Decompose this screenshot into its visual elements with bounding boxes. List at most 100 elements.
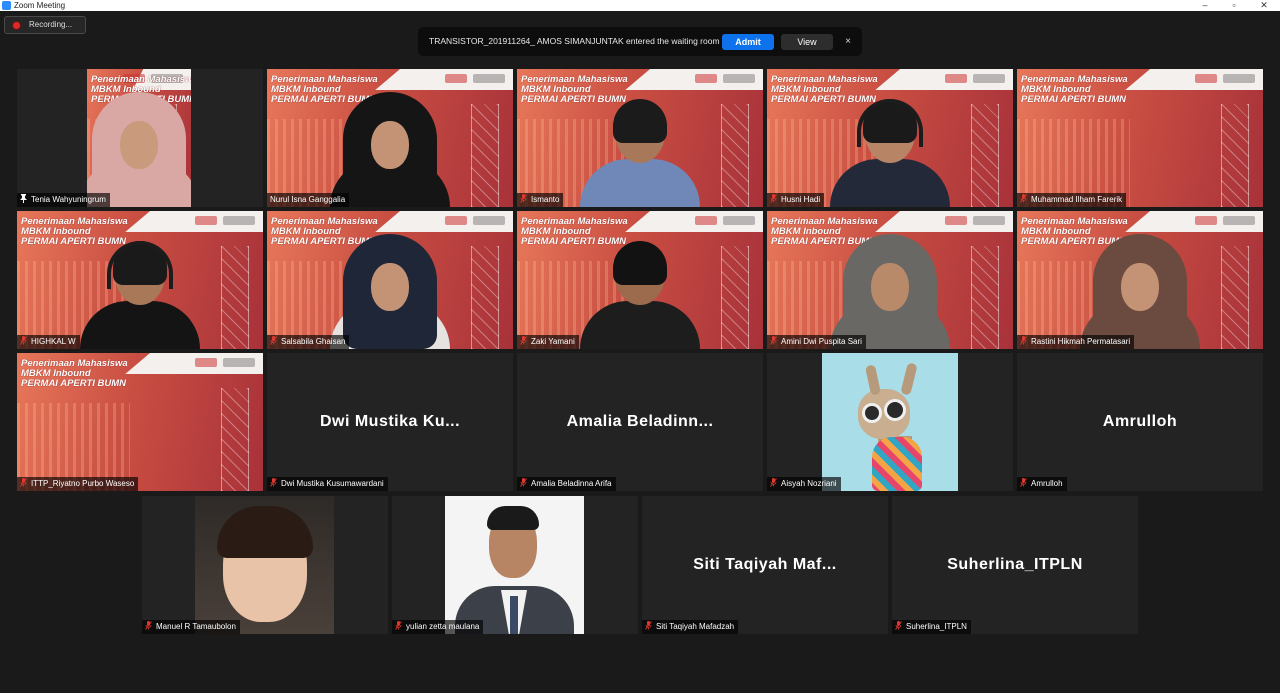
pin-icon	[20, 194, 27, 203]
llama-glass1	[862, 403, 882, 423]
person-body	[80, 301, 200, 349]
participant-tile[interactable]: Siti Taqiyah Maf... Siti Taqiyah Mafadzah	[642, 496, 888, 634]
slide-tower	[971, 103, 999, 207]
participant-name: Siti Taqiyah Mafadzah	[656, 622, 735, 631]
recording-dot-icon	[13, 22, 20, 29]
participant-tile[interactable]: Penerimaan Mahasiswa MBKM Inbound PERMAI…	[767, 69, 1013, 207]
mic-muted-icon	[1020, 336, 1027, 345]
participant-name: ITTP_Riyatno Purbo Waseso	[31, 479, 135, 488]
participant-tile[interactable]: Penerimaan Mahasiswa MBKM Inbound PERMAI…	[17, 353, 263, 491]
participant-tile[interactable]: Penerimaan Mahasiswa MBKM Inbound PERMAI…	[17, 69, 263, 207]
participant-name: Aisyah Nozriani	[781, 479, 837, 488]
person-body	[580, 159, 700, 207]
participant-tile[interactable]: Amrulloh Amrulloh	[1017, 353, 1263, 491]
shared-slide: Penerimaan Mahasiswa MBKM Inbound PERMAI…	[17, 353, 263, 491]
participant-name: Suherlina_ITPLN	[906, 622, 967, 631]
participant-name: Rastini Hikmah Permatasari	[1031, 337, 1131, 346]
mic-muted-icon	[895, 621, 902, 630]
participant-name-label: Salsabila Ghaisan	[267, 335, 350, 349]
shared-slide: Penerimaan Mahasiswa MBKM Inbound PERMAI…	[767, 211, 1013, 349]
restore-button[interactable]: ▫	[1220, 0, 1248, 11]
participant-video	[580, 224, 700, 349]
slide-tower	[471, 245, 499, 349]
mic-muted-icon	[145, 621, 152, 630]
baby-photo	[195, 496, 334, 634]
close-window-button[interactable]: ✕	[1250, 0, 1278, 11]
participant-name-label: Zaki Yamani	[517, 335, 579, 349]
shared-slide: Penerimaan Mahasiswa MBKM Inbound PERMAI…	[267, 211, 513, 349]
participant-tile[interactable]: Penerimaan Mahasiswa MBKM Inbound PERMAI…	[267, 69, 513, 207]
participant-video	[1080, 224, 1200, 349]
participant-tile[interactable]: Amalia Beladinn... Amalia Beladinna Arifa	[517, 353, 763, 491]
participant-display-name: Dwi Mustika Ku...	[319, 413, 461, 430]
shared-slide: Penerimaan Mahasiswa MBKM Inbound PERMAI…	[1017, 69, 1263, 207]
participant-name: Amalia Beladinna Arifa	[531, 479, 612, 488]
shared-slide: Penerimaan Mahasiswa MBKM Inbound PERMAI…	[87, 69, 191, 207]
participant-video	[87, 82, 191, 207]
participant-video	[830, 224, 950, 349]
participant-tile[interactable]: Manuel R Tamaubolon	[142, 496, 388, 634]
slide-tower	[1221, 103, 1249, 207]
participant-tile[interactable]: Penerimaan Mahasiswa MBKM Inbound PERMAI…	[1017, 211, 1263, 349]
participant-tile[interactable]: Penerimaan Mahasiswa MBKM Inbound PERMAI…	[17, 211, 263, 349]
slide-tower	[721, 245, 749, 349]
slide-tower	[721, 103, 749, 207]
view-button[interactable]: View	[781, 34, 833, 50]
mic-muted-icon	[270, 336, 277, 345]
minimize-button[interactable]: –	[1191, 0, 1219, 11]
participant-name-label: Amalia Beladinna Arifa	[517, 477, 616, 491]
participant-name: Tenia Wahyuningrum	[31, 195, 106, 204]
baby-hair	[217, 506, 313, 558]
participant-display-name: Suherlina_ITPLN	[947, 556, 1083, 573]
slide-tower	[971, 245, 999, 349]
participant-name-label: Suherlina_ITPLN	[892, 620, 971, 634]
slide-tower	[221, 245, 249, 349]
mic-muted-icon	[645, 621, 652, 630]
mic-muted-icon	[395, 621, 402, 630]
llama-scarf	[872, 437, 922, 491]
recording-label: Recording...	[29, 20, 73, 29]
participant-name: Husni Hadi	[781, 195, 821, 204]
participant-name-label: Husni Hadi	[767, 193, 825, 207]
person-face	[1121, 263, 1159, 311]
llama-ear1	[864, 364, 882, 396]
participant-tile[interactable]: Aisyah Nozriani	[767, 353, 1013, 491]
headset-icon	[107, 241, 173, 289]
recording-indicator[interactable]: Recording...	[4, 16, 86, 34]
participant-name-label: Nurul Isna Ganggalia	[267, 193, 350, 207]
telkom-logo-icon	[473, 216, 505, 225]
participant-video	[80, 224, 200, 349]
participant-tile[interactable]: Penerimaan Mahasiswa MBKM Inbound PERMAI…	[1017, 69, 1263, 207]
mic-muted-icon	[1020, 194, 1027, 203]
zoom-logo-icon	[2, 1, 11, 10]
telkom-logo-icon	[223, 216, 255, 225]
participant-name: Nurul Isna Ganggalia	[270, 195, 346, 204]
person-hair	[613, 99, 667, 143]
participant-tile[interactable]: Penerimaan Mahasiswa MBKM Inbound PERMAI…	[517, 69, 763, 207]
participant-name-label: Rastini Hikmah Permatasari	[1017, 335, 1135, 349]
headset-icon	[857, 99, 923, 147]
telkom-logo-icon	[723, 216, 755, 225]
admit-button[interactable]: Admit	[722, 34, 774, 50]
participant-name: Zaki Yamani	[531, 337, 575, 346]
person-hair	[613, 241, 667, 285]
participant-tile[interactable]: Penerimaan Mahasiswa MBKM Inbound PERMAI…	[267, 211, 513, 349]
person-body	[830, 159, 950, 207]
telkom-logo-icon	[973, 216, 1005, 225]
slide-title: Penerimaan Mahasiswa MBKM Inbound PERMAI…	[21, 358, 128, 389]
shared-slide: Penerimaan Mahasiswa MBKM Inbound PERMAI…	[517, 69, 763, 207]
participant-tile[interactable]: Suherlina_ITPLN Suherlina_ITPLN	[892, 496, 1138, 634]
telkom-logo-icon	[1223, 216, 1255, 225]
participant-video	[330, 224, 450, 349]
mic-muted-icon	[770, 478, 777, 487]
participant-name-label: Siti Taqiyah Mafadzah	[642, 620, 739, 634]
mic-muted-icon	[1020, 478, 1027, 487]
participant-tile[interactable]: Penerimaan Mahasiswa MBKM Inbound PERMAI…	[517, 211, 763, 349]
close-notification-button[interactable]: ×	[841, 34, 855, 50]
participant-tile[interactable]: yulian zetta maulana	[392, 496, 638, 634]
participant-tile[interactable]: Dwi Mustika Ku... Dwi Mustika Kusumawarda…	[267, 353, 513, 491]
participant-name-label: HIGHKAL W	[17, 335, 80, 349]
person-face	[371, 263, 409, 311]
participant-tile[interactable]: Penerimaan Mahasiswa MBKM Inbound PERMAI…	[767, 211, 1013, 349]
participant-name: Muhammad Ilham Farerik	[1031, 195, 1123, 204]
